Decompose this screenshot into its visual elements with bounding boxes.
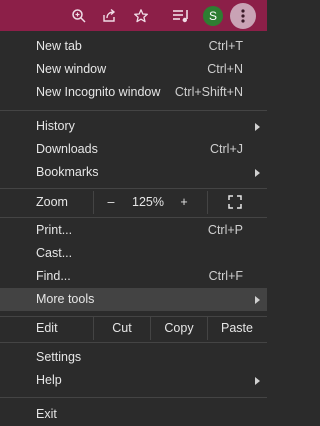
menu-item-downloads[interactable]: Downloads Ctrl+J [0,138,267,161]
cut-button[interactable]: Cut [94,317,150,340]
submenu-arrow-icon [255,123,260,131]
menu-item-label: More tools [36,292,95,306]
menu-item-settings[interactable]: Settings [0,346,267,369]
menu-item-label: Cast... [36,246,73,260]
menu-item-label: History [36,119,75,133]
menu-separator [0,110,267,111]
menu-item-shortcut: Ctrl+P [207,223,243,237]
paste-button[interactable]: Paste [208,317,266,340]
menu-item-cast[interactable]: Cast... [0,242,267,265]
menu-item-shortcut: Ctrl+T [208,39,243,53]
menu-item-shortcut: Ctrl+J [210,142,243,156]
app-menu: New tab Ctrl+T New window Ctrl+N New Inc… [0,31,267,426]
menu-item-exit[interactable]: Exit [0,403,267,426]
zoom-row: Zoom – 125% + [0,191,267,214]
menu-item-label: New Incognito window [36,85,161,99]
menu-item-new-tab[interactable]: New tab Ctrl+T [0,35,267,58]
copy-button[interactable]: Copy [151,317,207,340]
menu-item-print[interactable]: Print... Ctrl+P [0,219,267,242]
submenu-arrow-icon [255,377,260,385]
media-queue-icon[interactable] [170,5,192,27]
kebab-menu-icon[interactable] [230,3,256,29]
menu-item-history[interactable]: History [0,115,267,138]
menu-item-new-incognito-window[interactable]: New Incognito window Ctrl+Shift+N [0,81,267,104]
submenu-arrow-icon [255,296,260,304]
star-icon[interactable] [130,5,152,27]
menu-item-more-tools[interactable]: More tools [0,288,267,311]
menu-item-bookmarks[interactable]: Bookmarks [0,161,267,184]
profile-avatar[interactable]: S [203,6,223,26]
submenu-arrow-icon [255,169,260,177]
menu-separator [0,188,267,189]
edit-row: Edit Cut Copy Paste [0,317,267,340]
menu-item-shortcut: Ctrl+N [207,62,243,76]
share-icon[interactable] [98,5,120,27]
zoom-label: Zoom [36,195,68,209]
menu-item-new-window[interactable]: New window Ctrl+N [0,58,267,81]
menu-item-help[interactable]: Help [0,369,267,392]
menu-separator [0,217,267,218]
menu-item-shortcut: Ctrl+Shift+N [174,85,243,99]
divider [207,191,208,214]
fullscreen-icon[interactable] [226,191,244,214]
menu-item-label: Downloads [36,142,98,156]
browser-toolbar: S [0,0,267,31]
menu-item-label: Print... [36,223,73,237]
menu-item-label: New tab [36,39,82,53]
menu-item-shortcut: Ctrl+F [208,269,243,283]
menu-item-label: Find... [36,269,71,283]
zoom-out-button[interactable]: – [100,191,122,214]
divider [93,191,94,214]
menu-item-label: Exit [36,407,57,421]
menu-separator [0,397,267,398]
menu-item-find[interactable]: Find... Ctrl+F [0,265,267,288]
menu-item-label: Settings [36,350,82,364]
menu-item-label: New window [36,62,107,76]
zoom-in-icon[interactable] [68,5,90,27]
menu-item-label: Help [36,373,62,387]
edit-label: Edit [36,321,58,335]
zoom-level-value: 125% [132,195,164,209]
zoom-in-button[interactable]: + [174,191,194,214]
menu-item-label: Bookmarks [36,165,99,179]
menu-separator [0,342,267,343]
